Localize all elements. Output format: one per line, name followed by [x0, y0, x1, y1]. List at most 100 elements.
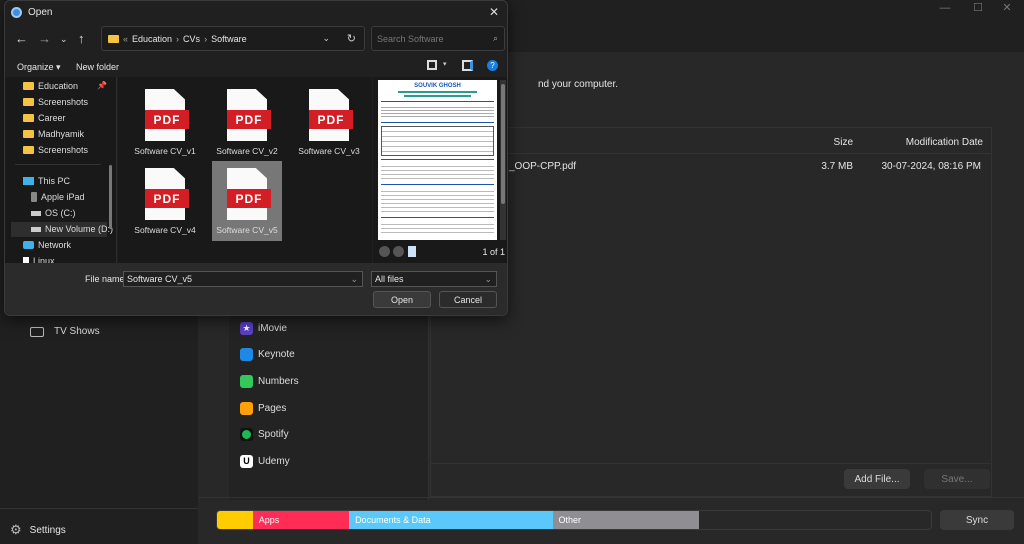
- file-item[interactable]: PDF Software CV_v2: [212, 82, 282, 162]
- chevron-down-icon[interactable]: ⌄: [322, 33, 330, 44]
- preview-pane-icon[interactable]: [462, 60, 473, 71]
- storage-segment-system: [217, 511, 253, 529]
- numbers-icon: [240, 375, 253, 388]
- nav-item-career[interactable]: Career: [23, 113, 66, 123]
- nav-item-this-pc[interactable]: This PC: [23, 176, 70, 186]
- column-date[interactable]: Modification Date: [906, 137, 983, 148]
- app-item-pages[interactable]: Pages: [240, 402, 286, 415]
- divider: [431, 463, 991, 464]
- breadcrumb-software[interactable]: Software: [211, 34, 247, 44]
- preview-doc-name: SOUVIK GHOSH: [414, 83, 461, 89]
- file-item[interactable]: PDF Software CV_v4: [130, 161, 200, 241]
- file-name-label: File name:: [85, 274, 128, 284]
- pdf-badge: PDF: [145, 189, 189, 208]
- view-icon[interactable]: [427, 60, 437, 70]
- gear-icon: ⚙: [10, 522, 22, 537]
- app-item-spotify[interactable]: Spotify: [240, 428, 289, 441]
- storage-segment-other: Other: [552, 511, 699, 529]
- app-item-keynote[interactable]: Keynote: [240, 348, 295, 361]
- folder-icon: [23, 130, 34, 138]
- file-name: Software CV_v5: [216, 225, 278, 235]
- close-app-button[interactable]: ✕: [992, 1, 1022, 14]
- column-size[interactable]: Size: [834, 137, 853, 148]
- search-icon: ⌕: [492, 33, 498, 43]
- nav-item-network[interactable]: Network: [23, 240, 71, 250]
- maximize-button[interactable]: ☐: [963, 1, 993, 14]
- nav-scrollbar[interactable]: [109, 165, 112, 229]
- nav-item-madhyamik[interactable]: Madhyamik: [23, 129, 84, 139]
- address-bar[interactable]: « Education › CVs › Software ⌄ ↻: [101, 26, 365, 51]
- minimize-button[interactable]: —: [930, 2, 960, 14]
- file-item[interactable]: PDF Software CV_v3: [294, 82, 364, 162]
- file-name-input[interactable]: Software CV_v5 ⌄: [123, 271, 363, 287]
- file-item-selected[interactable]: PDF Software CV_v5: [212, 161, 282, 241]
- settings-button[interactable]: ⚙ Settings: [10, 522, 66, 538]
- dialog-title: Open: [28, 6, 53, 18]
- open-file-dialog: Open ✕ ← → ⌄ ↑ « Education › CVs › Softwar…: [4, 0, 508, 316]
- nav-label: Career: [38, 113, 66, 123]
- file-type-select[interactable]: All files ⌄: [371, 271, 497, 287]
- nav-item-screenshots[interactable]: Screenshots: [23, 97, 88, 107]
- nav-label: Network: [38, 240, 72, 250]
- file-name: _OOP-CPP.pdf: [509, 161, 577, 172]
- nav-item-apple-ipad[interactable]: Apple iPad: [31, 192, 85, 202]
- file-name: Software CV_v2: [216, 146, 278, 156]
- app-label: Keynote: [258, 349, 295, 360]
- chevron-down-icon[interactable]: ⌄: [60, 34, 68, 45]
- app-item-imovie[interactable]: ★ iMovie: [240, 322, 287, 335]
- close-icon[interactable]: ✕: [489, 5, 499, 19]
- settings-label: Settings: [29, 524, 66, 536]
- chevron-down-icon: ⌄: [484, 273, 492, 284]
- nav-label: This PC: [38, 176, 71, 186]
- nav-item-education[interactable]: Education: [23, 81, 78, 91]
- nav-item-new-volume-d[interactable]: New Volume (D:): [31, 224, 113, 234]
- back-icon[interactable]: ←: [15, 31, 28, 46]
- app-item-numbers[interactable]: Numbers: [240, 375, 299, 388]
- forward-icon[interactable]: →: [38, 31, 51, 46]
- file-name: Software CV_v4: [134, 225, 196, 235]
- breadcrumb-education[interactable]: Education: [132, 34, 172, 44]
- chevron-down-icon[interactable]: ▾: [443, 60, 447, 68]
- search-placeholder: Search Software: [377, 33, 444, 44]
- help-icon[interactable]: ?: [487, 60, 498, 71]
- app-label: Spotify: [258, 429, 289, 440]
- tagline: nd your computer.: [538, 79, 619, 90]
- sidebar-item-label: TV Shows: [54, 326, 100, 337]
- previous-page-icon[interactable]: [379, 246, 390, 257]
- file-item[interactable]: PDF Software CV_v1: [130, 82, 200, 162]
- tv-icon: [30, 326, 44, 337]
- page-icon: [408, 246, 416, 257]
- nav-item-os-c[interactable]: OS (C:): [31, 208, 76, 218]
- sidebar-item-tv-shows[interactable]: TV Shows: [30, 326, 100, 337]
- computer-icon: [23, 177, 34, 185]
- storage-segment-apps: Apps: [252, 511, 350, 529]
- command-bar: Organize ▾ New folder ▾ ?: [5, 57, 507, 77]
- folder-icon: [108, 34, 119, 43]
- preview-scrollbar[interactable]: [500, 80, 506, 240]
- storage-segment-documents: Documents & Data: [349, 511, 553, 529]
- file-list: PDF Software CV_v1 PDF Software CV_v2 PDF S…: [118, 77, 372, 263]
- up-icon[interactable]: ↑: [78, 31, 85, 46]
- pages-icon: [240, 402, 253, 415]
- search-input[interactable]: Search Software ⌕: [371, 26, 505, 51]
- overflow-icon: «: [123, 33, 129, 44]
- refresh-icon[interactable]: ↻: [347, 32, 356, 45]
- next-page-icon[interactable]: [393, 246, 404, 257]
- sync-button[interactable]: Sync: [940, 510, 1014, 530]
- save-button[interactable]: Save...: [924, 469, 990, 489]
- nav-label: New Volume (D:): [45, 224, 114, 234]
- organize-button[interactable]: Organize ▾: [17, 62, 61, 73]
- add-file-button[interactable]: Add File...: [844, 469, 910, 489]
- app-label: Numbers: [258, 376, 299, 387]
- page-indicator: 1 of 1: [482, 247, 505, 257]
- open-button[interactable]: Open: [373, 291, 431, 308]
- breadcrumb-cvs[interactable]: CVs: [183, 34, 200, 44]
- divider: [198, 497, 1024, 498]
- cancel-button[interactable]: Cancel: [439, 291, 497, 308]
- new-folder-button[interactable]: New folder: [76, 62, 119, 72]
- table-header: Size Modification Date: [431, 128, 991, 154]
- pin-icon: 📌: [97, 81, 107, 90]
- chevron-down-icon[interactable]: ⌄: [350, 274, 358, 285]
- nav-item-screenshots-2[interactable]: Screenshots: [23, 145, 88, 155]
- app-item-udemy[interactable]: U Udemy: [240, 455, 290, 468]
